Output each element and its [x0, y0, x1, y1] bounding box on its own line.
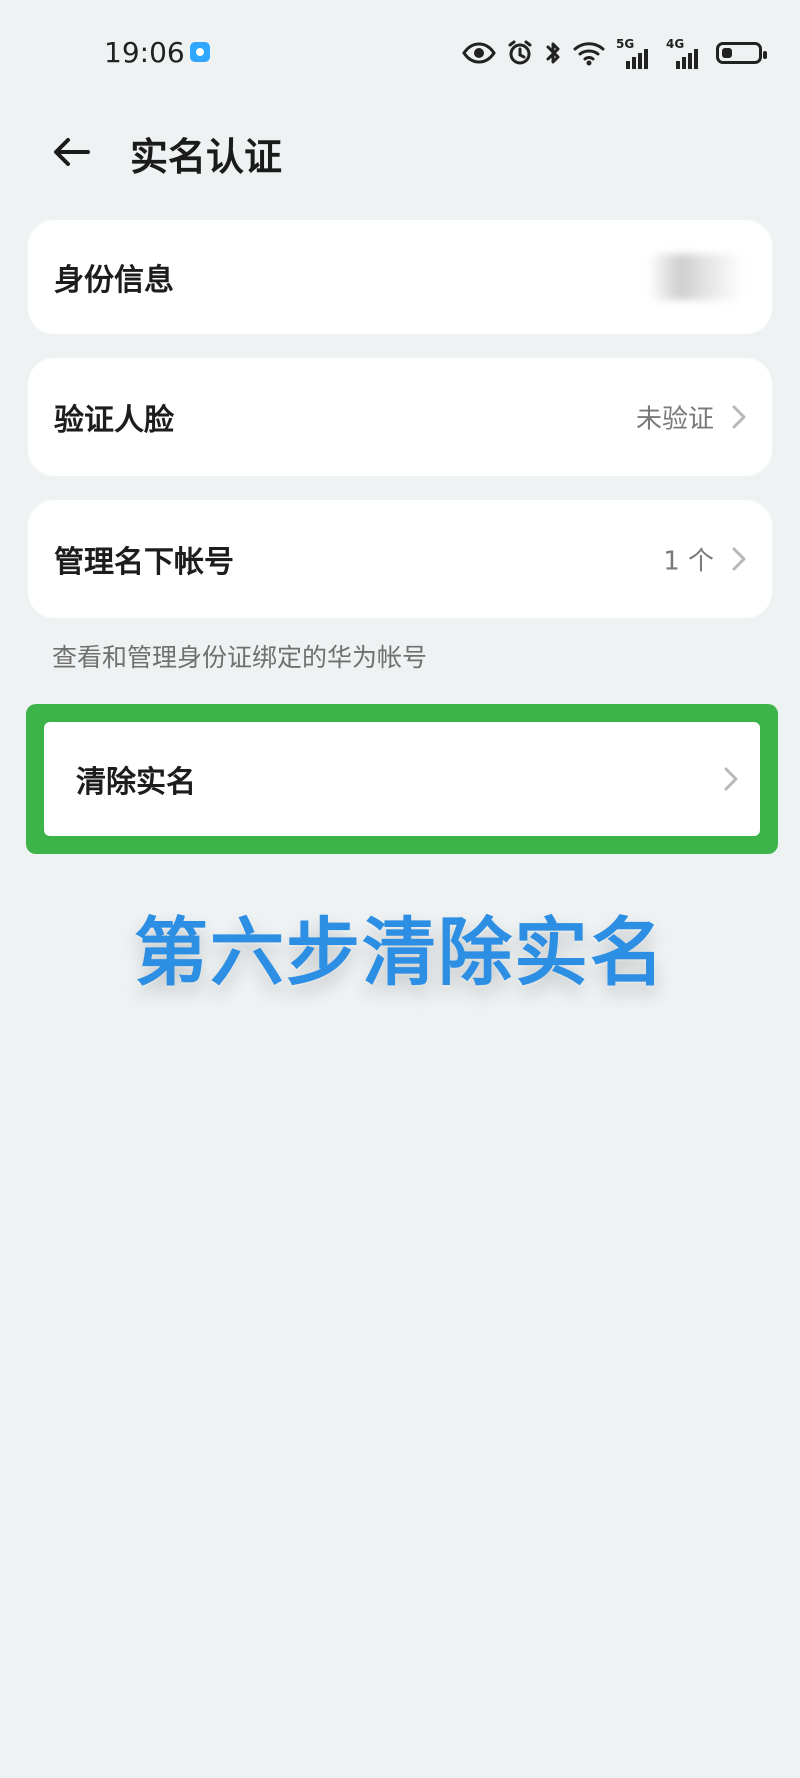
app-icon	[190, 42, 210, 62]
battery-tip	[763, 51, 767, 59]
battery-icon	[716, 42, 767, 64]
manage-accounts-row[interactable]: 管理名下帐号 1 个	[28, 500, 772, 618]
step-caption: 第六步清除实名	[134, 910, 666, 996]
chevron-right-icon	[722, 764, 740, 794]
back-button[interactable]	[44, 126, 100, 182]
identity-info-redacted	[648, 254, 744, 300]
face-verify-row[interactable]: 验证人脸 未验证	[28, 358, 772, 476]
manage-accounts-label: 管理名下帐号	[54, 545, 234, 580]
clear-real-name-row[interactable]: 清除实名	[44, 722, 760, 836]
status-icons: 5G 4G	[462, 36, 767, 70]
status-bar: 19:06 5G 4G	[0, 0, 800, 104]
chevron-right-icon	[730, 402, 748, 432]
manage-accounts-count: 1 个	[663, 546, 714, 577]
app-header: 实名认证	[0, 104, 800, 200]
face-verify-label: 验证人脸	[54, 403, 174, 438]
identity-info-label: 身份信息	[54, 263, 174, 298]
page-title: 实名认证	[130, 135, 283, 179]
battery-shape	[716, 42, 767, 64]
identity-info-row[interactable]: 身份信息	[28, 220, 772, 334]
eye-icon	[462, 42, 496, 64]
signal-5g-icon: 5G	[616, 37, 656, 69]
clear-real-name-label: 清除实名	[76, 765, 196, 800]
signal-4g-icon: 4G	[666, 37, 706, 69]
signal-4g-bars	[676, 49, 698, 69]
manage-accounts-hint: 查看和管理身份证绑定的华为帐号	[52, 643, 428, 672]
bluetooth-icon	[544, 39, 562, 67]
face-verify-status: 未验证	[635, 404, 714, 435]
battery-fill	[722, 48, 732, 58]
chevron-right-icon	[730, 544, 748, 574]
wifi-icon	[572, 40, 606, 66]
signal-5g-bars	[626, 49, 648, 69]
status-time: 19:06	[104, 36, 185, 69]
arrow-left-icon	[50, 130, 94, 178]
alarm-icon	[506, 39, 534, 67]
highlight-annotation: 清除实名	[26, 704, 778, 854]
